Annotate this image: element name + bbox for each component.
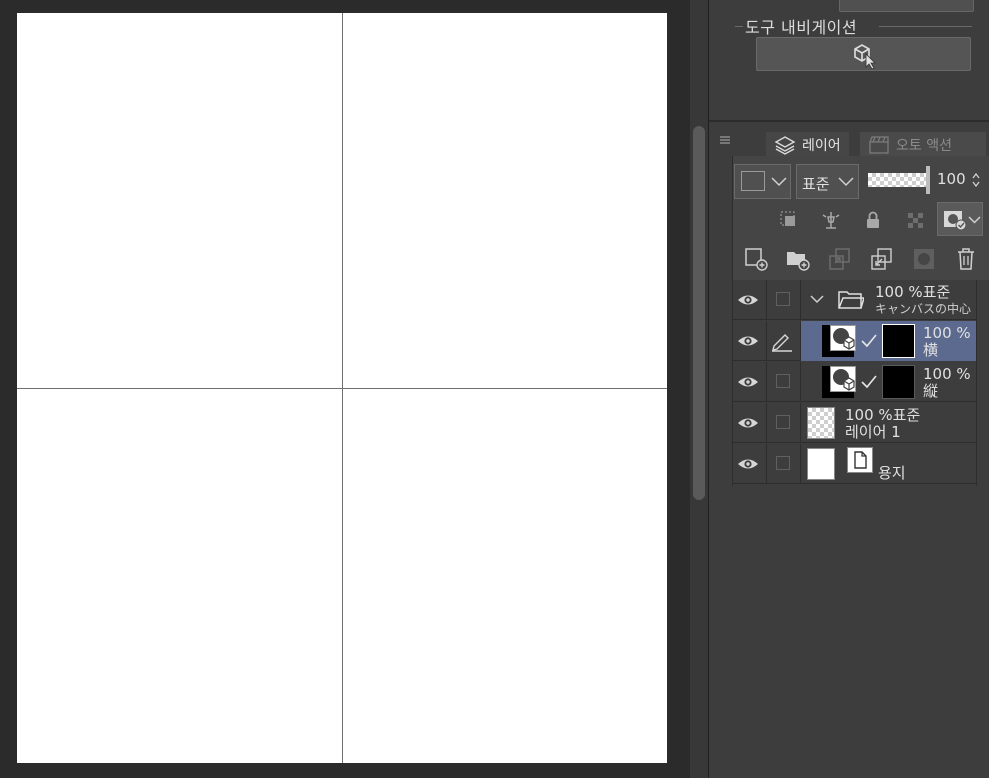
eye-icon[interactable] [737, 414, 759, 432]
clip-to-layer-below-icon[interactable] [775, 206, 803, 234]
layer-name-line2: 横 [923, 341, 939, 359]
layer-name-line1: 100 % [923, 365, 971, 383]
object-select-tool-button[interactable] [756, 37, 971, 71]
layers-icon [774, 136, 796, 155]
blend-mode-label: 표준 [802, 175, 830, 193]
opacity-stepper-icon[interactable] [971, 171, 981, 189]
checkmark-icon [861, 334, 877, 348]
reference-layer-icon[interactable] [817, 206, 845, 234]
layer-list: 100 %표준 キャンバスの中心 100 % 横 100 % 縦 100 %표준… [732, 280, 977, 490]
paper-icon [854, 451, 867, 469]
chevron-down-icon [968, 216, 981, 224]
trash-icon[interactable] [952, 245, 980, 273]
layer-name-line1: 100 %표준 [845, 406, 921, 424]
layer-name-line2: キャンバスの中心 [875, 302, 972, 316]
transfer-to-lower-layer-icon[interactable] [826, 245, 854, 273]
layer-color-dropdown[interactable] [734, 164, 791, 199]
layer-edit-toggle[interactable] [776, 374, 790, 388]
layer-panel-tab-bar: 레이어 오토 액션 [720, 126, 989, 158]
layer-row-folder[interactable]: 100 %표준 キャンバスの中心 [732, 280, 977, 320]
panel-divider [709, 120, 989, 122]
chevron-down-icon [771, 177, 787, 187]
opacity-slider-handle[interactable] [926, 166, 930, 194]
layer-edit-toggle[interactable] [776, 292, 790, 306]
mask-thumbnail[interactable] [882, 324, 915, 358]
navigator-divider-left [735, 26, 743, 27]
lock-transparency-icon[interactable] [901, 206, 929, 234]
layer-mask-icon [944, 211, 967, 231]
new-raster-layer-icon[interactable] [742, 245, 770, 273]
layer-name-line1: 100 %표준 [875, 283, 951, 301]
eye-icon[interactable] [737, 332, 759, 350]
layer-name-line2: 레이어 1 [845, 423, 901, 441]
layer-name-line1: 100 % [923, 324, 971, 342]
layer-row-paper[interactable]: 용지 [732, 444, 977, 484]
create-layer-mask-icon[interactable] [910, 245, 938, 273]
navigator-divider-right [879, 26, 972, 27]
eye-icon[interactable] [737, 291, 759, 309]
blend-mode-dropdown[interactable]: 표준 [796, 164, 859, 199]
lock-icon[interactable] [859, 206, 887, 234]
ruler-icon-box [830, 325, 856, 351]
paper-icon-box [847, 447, 873, 473]
folder-open-icon [838, 291, 864, 309]
layer-edit-toggle[interactable] [776, 456, 790, 470]
navigator-title: 도구 내비게이션 [745, 18, 858, 37]
opacity-slider-track[interactable] [868, 173, 926, 187]
layer-edit-toggle[interactable] [776, 415, 790, 429]
object-cursor-icon [854, 44, 876, 69]
tab-auto-action[interactable]: 오토 액션 [860, 132, 986, 158]
scrollbar-thumb[interactable] [693, 126, 705, 500]
layer-name-line2: 縦 [923, 382, 939, 400]
ruler-object-icon [833, 369, 855, 391]
tab-auto-action-label: 오토 액션 [896, 138, 952, 154]
tab-layer-label: 레이어 [802, 138, 841, 154]
layer-color-swatch [741, 171, 765, 191]
chevron-down-icon[interactable] [810, 294, 824, 304]
layer-thumbnail [807, 407, 835, 439]
ruler-object-icon [833, 328, 855, 350]
layer-thumbnail [807, 448, 835, 480]
panel-menu-icon[interactable] [718, 132, 732, 151]
layer-name-line2: 용지 [878, 464, 906, 482]
clapper-icon [869, 136, 889, 154]
opacity-value[interactable]: 100 [937, 170, 966, 188]
chevron-down-icon [838, 177, 854, 187]
layer-row-layer1[interactable]: 100 %표준 레이어 1 [732, 403, 977, 443]
canvas-scrollbar[interactable] [690, 0, 708, 778]
layer-toolbar: 표준 100 [732, 156, 989, 280]
layer-list-border [976, 280, 977, 486]
mask-thumbnail[interactable] [882, 365, 915, 399]
tab-layer[interactable]: 레이어 [766, 132, 849, 158]
right-panel: 도구 내비게이션 레이어 오토 액션 표준 100 100 %표준 キャンバスの… [708, 0, 989, 778]
paper-canvas[interactable] [17, 13, 667, 763]
combine-to-lower-layer-icon[interactable] [868, 245, 896, 273]
eye-icon[interactable] [737, 373, 759, 391]
pen-edit-icon[interactable] [770, 332, 794, 352]
eye-icon[interactable] [737, 455, 759, 473]
layer-row-tate[interactable]: 100 % 縦 [732, 362, 977, 402]
ruler-icon-box [830, 366, 856, 392]
layer-mask-dropdown[interactable] [937, 202, 983, 236]
checkmark-icon [861, 375, 877, 389]
canvas-area[interactable] [0, 0, 690, 778]
layer-row-yoko[interactable]: 100 % 横 [732, 321, 977, 361]
horizontal-guide-line [17, 388, 667, 389]
new-folder-icon[interactable] [784, 245, 812, 273]
layer-panel-border [732, 156, 733, 486]
top-partial-button[interactable] [839, 0, 974, 12]
